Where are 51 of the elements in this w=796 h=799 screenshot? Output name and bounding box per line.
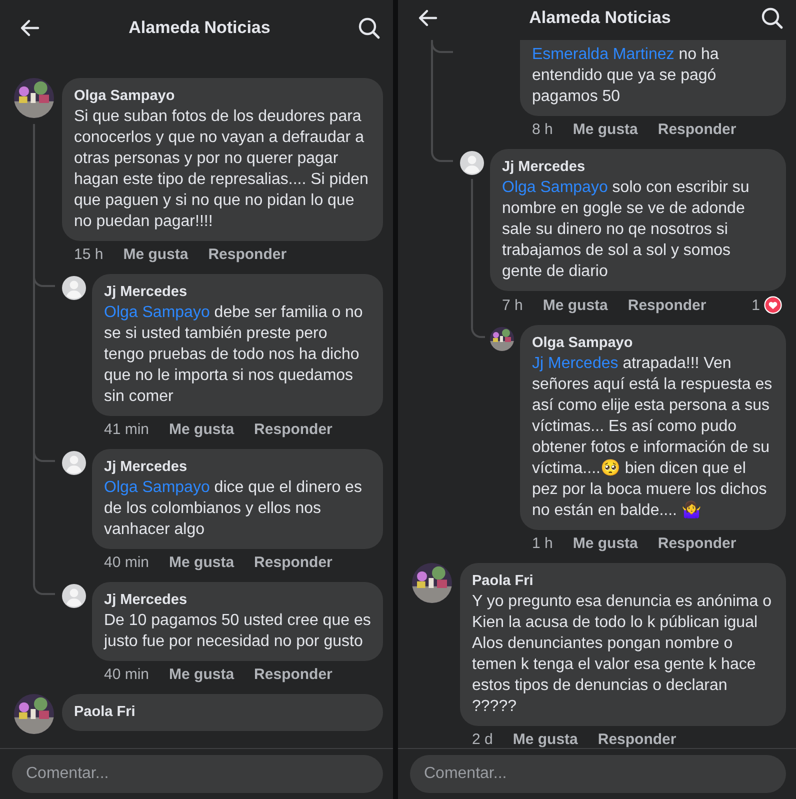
reply-link[interactable]: Responder bbox=[254, 421, 332, 438]
avatar-icon bbox=[460, 151, 484, 175]
author-name[interactable]: Jj Mercedes bbox=[502, 157, 774, 177]
reaction-count: 1 bbox=[752, 296, 760, 314]
comment-text: Olga Sampayo dice que el dinero es de los colombianos y ellos nos vanhacer algo bbox=[104, 478, 363, 540]
author-name[interactable]: Jj Mercedes bbox=[104, 457, 371, 477]
search-icon[interactable] bbox=[760, 6, 784, 30]
reply-link[interactable]: Responder bbox=[658, 121, 736, 138]
author-name[interactable]: Jj Mercedes bbox=[104, 282, 371, 302]
author-name[interactable]: Paola Fri bbox=[74, 702, 371, 722]
avatar-icon bbox=[62, 276, 86, 300]
reply-link[interactable]: Responder bbox=[658, 535, 736, 552]
like-link[interactable]: Me gusta bbox=[169, 666, 234, 683]
avatar-icon bbox=[62, 584, 86, 608]
reply-link[interactable]: Responder bbox=[254, 666, 332, 683]
timestamp: 8 h bbox=[532, 121, 553, 138]
author-name[interactable]: Paola Fri bbox=[472, 571, 774, 591]
reply-link[interactable]: Responder bbox=[208, 246, 287, 263]
author-name[interactable]: Olga Sampayo bbox=[74, 86, 371, 106]
comment-text: Si que suban fotos de los deudores para conocerlos y que no vayan a defraudar a otras personas y por no querer pagar hagan este tipo de represalias.... Si piden que paguen y si no que no pidan lo que no puedan pagar!!!! bbox=[74, 107, 370, 232]
author-name[interactable]: Olga Sampayo bbox=[532, 333, 774, 353]
like-link[interactable]: Me gusta bbox=[572, 535, 638, 552]
comment-text: Jj Mercedes atrapada!!! Ven señores aquí está la respuesta es así como elije esta persona a sus víctimas... Es así como pudo obtener fotos e información de su víctima....🥺 bien dicen que el pez por la boca muere los dichos no están en balde.... 🤷‍♀ bbox=[532, 354, 774, 521]
search-icon[interactable] bbox=[356, 16, 381, 40]
avatar-icon bbox=[62, 451, 86, 475]
like-link[interactable]: Me gusta bbox=[542, 296, 608, 314]
like-link[interactable]: Me gusta bbox=[169, 554, 234, 571]
reply-link[interactable]: Responder bbox=[254, 554, 332, 571]
timestamp: 40 min bbox=[104, 666, 150, 683]
timestamp: 7 h bbox=[502, 296, 523, 314]
timestamp: 41 min bbox=[104, 421, 150, 438]
timestamp: 15 h bbox=[74, 246, 104, 263]
like-link[interactable]: Me gusta bbox=[512, 731, 578, 748]
timestamp: 40 min bbox=[104, 554, 150, 571]
timestamp: 2 d bbox=[472, 731, 493, 748]
author-name[interactable]: Jj Mercedes bbox=[104, 590, 371, 610]
like-link[interactable]: Me gusta bbox=[123, 246, 188, 263]
reply-link[interactable]: Responder bbox=[598, 731, 676, 748]
page-title: Alameda Noticias bbox=[529, 8, 671, 28]
comment-text: De 10 pagamos 50 usted cree que es justo fue por necesidad no por gusto bbox=[104, 611, 371, 652]
comment-text: Esmeralda Martinez no ha entendido que ya se pagó pagamos 50 bbox=[532, 45, 720, 107]
comment-text: Olga Sampayo solo con escribir su nombre en gogle se ve de adonde sale su dinero no qe nosotros si trabajamos de sol a sol y somos gente de diario bbox=[502, 178, 750, 282]
timestamp: 1 h bbox=[532, 535, 553, 552]
page-title: Alameda Noticias bbox=[128, 18, 270, 38]
comment-field[interactable]: Comentar... bbox=[12, 755, 383, 793]
comment-text: Y yo pregunto esa denuncia es anónima o Kien la acusa de todo lo k públican igual Alos denunciantes pongan nombre o temen k tenga el valor esa gente k hace estos tipos de denuncias o declaran ????? bbox=[472, 592, 772, 717]
like-link[interactable]: Me gusta bbox=[169, 421, 234, 438]
comment-field[interactable]: Comentar... bbox=[410, 755, 786, 793]
comment-text: Olga Sampayo debe ser familia o no se si usted también preste pero tengo pruebas de todo nos ha dicho que no le importa si nos quedamos sin comer bbox=[104, 303, 364, 407]
like-link[interactable]: Me gusta bbox=[572, 121, 638, 138]
reply-link[interactable]: Responder bbox=[628, 296, 706, 314]
